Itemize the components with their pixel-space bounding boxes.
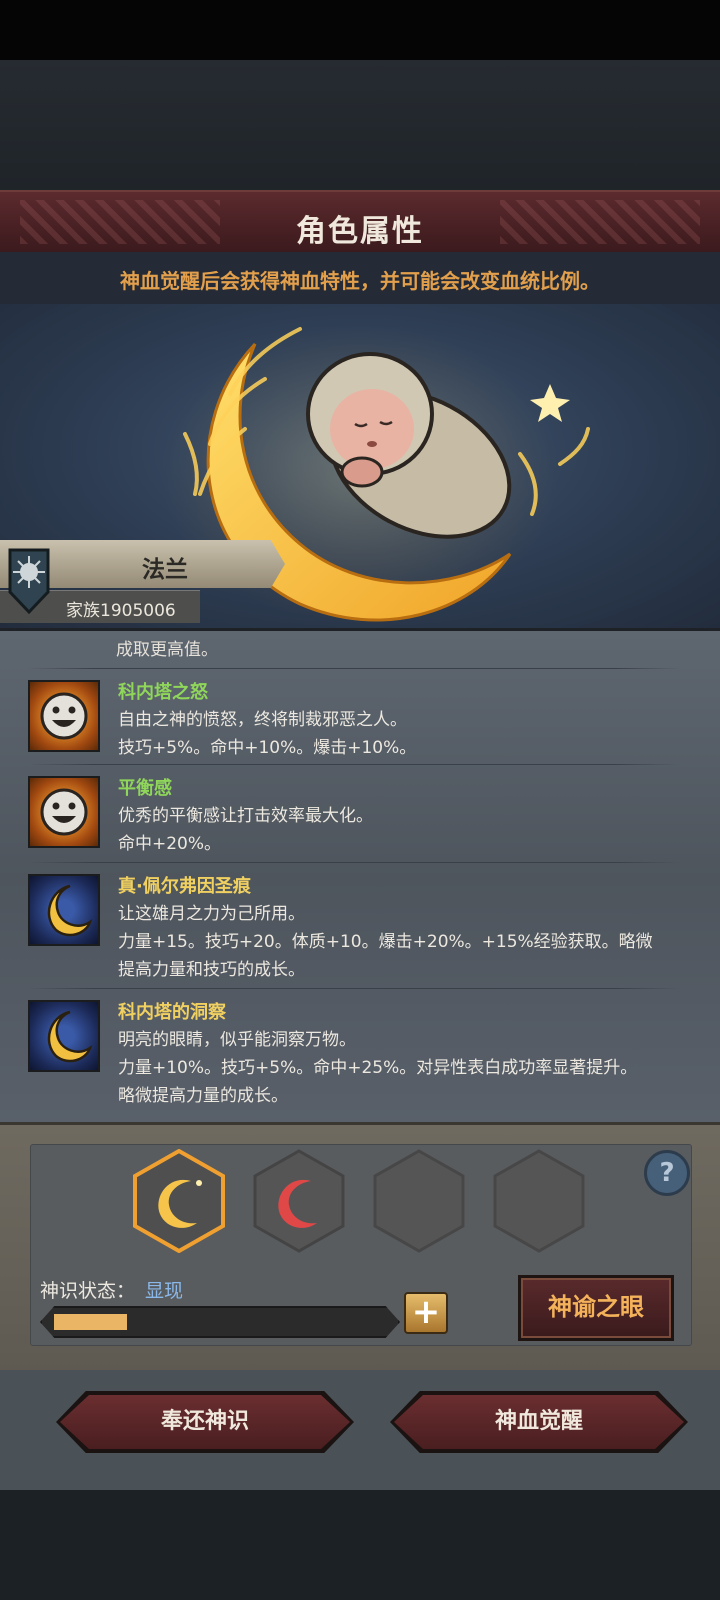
trait-text-partial: 成取更高值。 [116,640,218,660]
trait-description: 优秀的平衡感让打击效率最大化。 命中+20%。 [118,802,692,858]
trait-effect-line: 命中+20%。 [118,834,222,854]
divine-state-label: 神识状态： [40,1280,136,1302]
crescent-moon-icon [28,1000,100,1072]
page-title: 角色属性 [296,214,424,249]
divine-slot-red-moon[interactable] [253,1149,345,1253]
trait-effect-line: 提高力量和技巧的成长。 [118,960,305,980]
trait-divider [28,668,680,669]
family-crest-icon [8,548,50,614]
return-divine-button[interactable]: 奉还神识 [60,1395,350,1449]
trait-description: 明亮的眼睛，似乎能洞察万物。 力量+10%。技巧+5%。命中+25%。对异性表白… [118,1026,692,1110]
trait-description: 让这雄月之力为己所用。 力量+15。技巧+20。体质+10。爆击+20%。+15… [118,900,692,984]
page-subtitle: 神血觉醒后会获得神血特性，并可能会改变血统比例。 [120,269,600,293]
divine-slot-empty[interactable] [373,1149,465,1253]
smiley-face-icon [28,776,100,848]
crescent-moon-icon [28,874,100,946]
trait-name: 真·佩尔弗因圣痕 [118,876,251,897]
divine-slot-gold-moon[interactable] [133,1149,225,1253]
bottom-backdrop [0,1490,720,1600]
trait-desc-line: 让这雄月之力为己所用。 [118,904,305,924]
blood-awaken-button[interactable]: 神血觉醒 [394,1395,684,1449]
trait-effect-line: 力量+10%。技巧+5%。命中+25%。对异性表白成功率显著提升。 [118,1058,638,1078]
trait-divider [28,862,680,863]
trait-effect-line: 力量+15。技巧+20。体质+10。爆击+20%。+15%经验获取。略微 [118,932,653,952]
divine-slot-empty[interactable] [493,1149,585,1253]
title-banner: 角色属性 [0,190,720,252]
trait-name: 科内塔的洞察 [118,1002,226,1023]
smiley-face-icon [28,680,100,752]
help-button[interactable]: ? [644,1150,690,1196]
divine-progress-fill [54,1314,127,1330]
trait-divider [28,764,680,765]
trait-effect-line: 技巧+5%。命中+10%。爆击+10%。 [118,738,417,758]
divine-state-value: 显现 [145,1280,184,1302]
trait-effect-line: 略微提高力量的成长。 [118,1086,288,1106]
trait-desc-line: 明亮的眼睛，似乎能洞察万物。 [118,1030,356,1050]
trait-name: 科内塔之怒 [118,682,208,703]
family-id: 家族1905006 [66,601,176,621]
trait-name: 平衡感 [118,778,172,799]
trait-description: 自由之神的愤怒，终将制裁邪恶之人。 技巧+5%。命中+10%。爆击+10%。 [118,706,692,762]
trait-divider [28,988,680,989]
subtitle-banner: 神血觉醒后会获得神血特性，并可能会改变血统比例。 [0,252,720,304]
trait-desc-line: 优秀的平衡感让打击效率最大化。 [118,806,373,826]
add-divine-button[interactable]: + [404,1292,448,1334]
oracle-eye-button[interactable]: 神谕之眼 [518,1275,674,1341]
trait-desc-line: 自由之神的愤怒，终将制裁邪恶之人。 [118,710,407,730]
top-backdrop [0,60,720,190]
status-bar-area [0,0,720,60]
